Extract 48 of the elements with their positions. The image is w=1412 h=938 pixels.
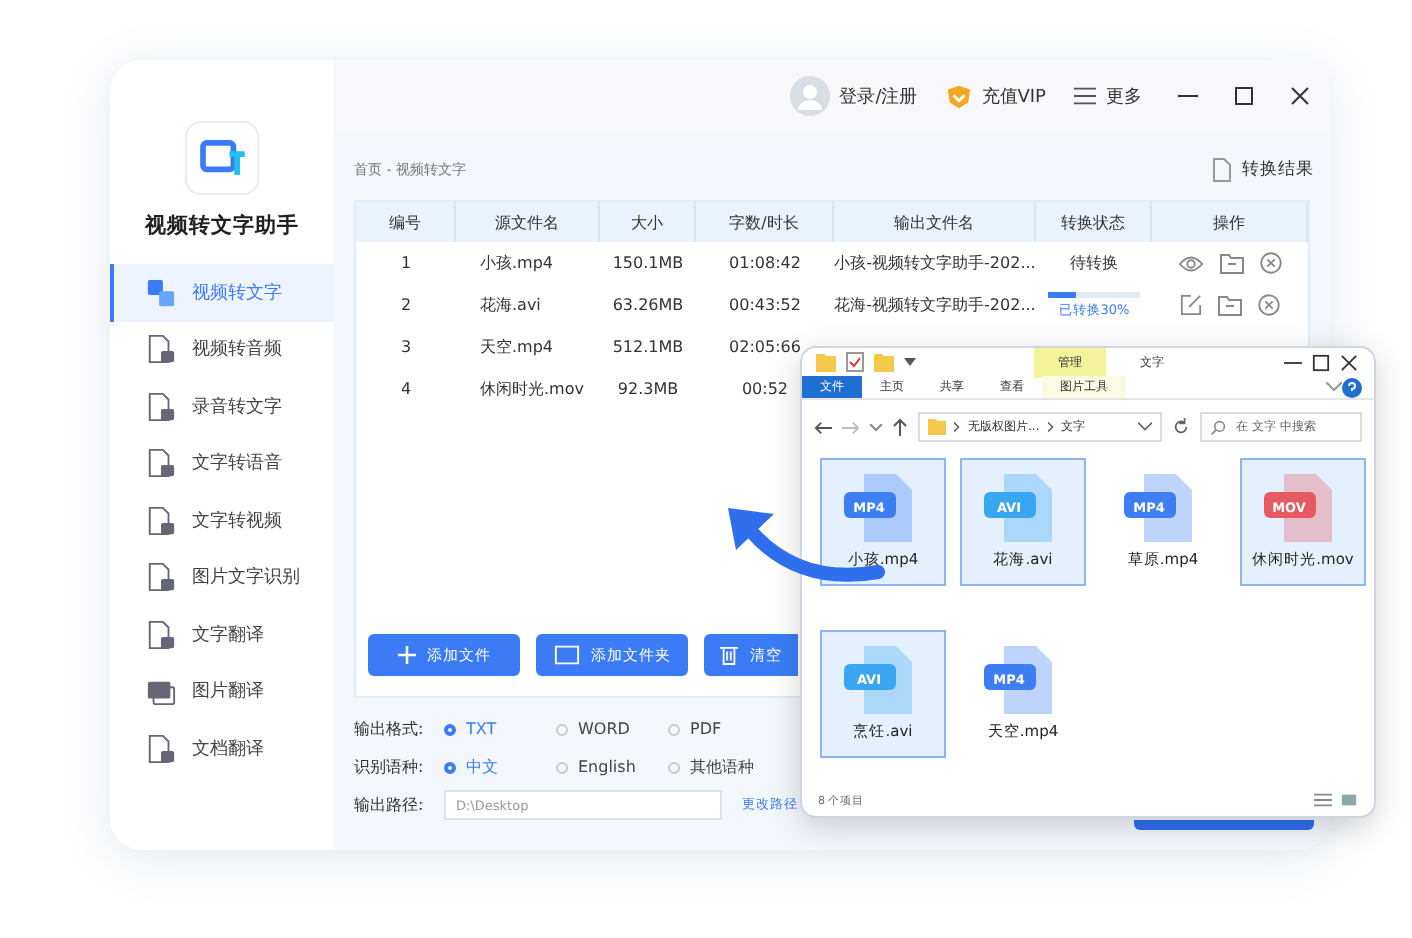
sidebar-item[interactable]: 文档翻译 [110, 720, 334, 777]
option-label: 输出路径: [354, 794, 426, 816]
radio-option[interactable]: English [556, 758, 668, 776]
table-cell: 01:08:42 [729, 254, 801, 272]
status-text: 待转换 [1070, 252, 1118, 274]
option-label: 输出格式: [354, 718, 426, 740]
table-cell: 天空.mp4 [480, 336, 554, 358]
column-header: 编号 [356, 202, 456, 242]
table-cell: 小孩-视频转文字助手-202... [834, 252, 1036, 274]
option-label: 识别语种: [354, 756, 426, 778]
sidebar-item[interactable]: 文字转语音 [110, 435, 334, 492]
column-header: 大小 [600, 202, 696, 242]
login-button[interactable]: 登录/注册 [789, 76, 918, 116]
table-cell: 4 [400, 380, 412, 398]
column-header: 字数/时长 [696, 202, 834, 242]
table-cell: 63.26MB [612, 296, 684, 314]
vip-button[interactable]: 充值VIP [945, 83, 1046, 109]
column-header: 输出文件名 [834, 202, 1036, 242]
sidebar-item[interactable]: 录音转文字 [110, 378, 334, 435]
table-cell: 512.1MB [612, 338, 684, 356]
column-header: 源文件名 [456, 202, 600, 242]
sidebar-item[interactable]: 文字翻译 [110, 606, 334, 663]
radio-option[interactable]: WORD [556, 720, 668, 738]
table-cell: 小孩.mp4 [480, 252, 554, 274]
column-header: 操作 [1152, 202, 1308, 242]
more-menu[interactable]: 更多 [1074, 83, 1142, 109]
table-cell: 1 [400, 254, 412, 272]
table-cell: 休闲时光.mov [480, 378, 584, 400]
table-cell: 2 [400, 296, 412, 314]
sidebar-item[interactable]: 图片翻译 [110, 663, 334, 720]
radio-option[interactable]: 中文 [444, 756, 556, 778]
table-cell: 3 [400, 338, 412, 356]
app-title: 视频转文字助手 [145, 212, 299, 240]
table-cell: 02:05:66 [729, 338, 801, 356]
table-cell: 花海-视频转文字助手-202... [834, 294, 1036, 316]
column-header: 转换状态 [1036, 202, 1152, 242]
table-cell: 00:52 [741, 380, 789, 398]
sidebar-item[interactable]: 文字转视频 [110, 492, 334, 549]
table-cell: 00:43:52 [729, 296, 801, 314]
radio-option[interactable]: 其他语种 [668, 756, 780, 778]
results-link[interactable]: 转换结果 [1212, 158, 1314, 182]
table-cell: 花海.avi [480, 294, 541, 316]
radio-option[interactable]: TXT [444, 720, 556, 738]
table-cell: 92.3MB [617, 380, 679, 398]
radio-option[interactable]: PDF [668, 720, 780, 738]
sidebar-item[interactable]: 图片文字识别 [110, 549, 334, 606]
sidebar-item[interactable]: 视频转音频 [110, 321, 334, 378]
table-cell: 150.1MB [612, 254, 684, 272]
